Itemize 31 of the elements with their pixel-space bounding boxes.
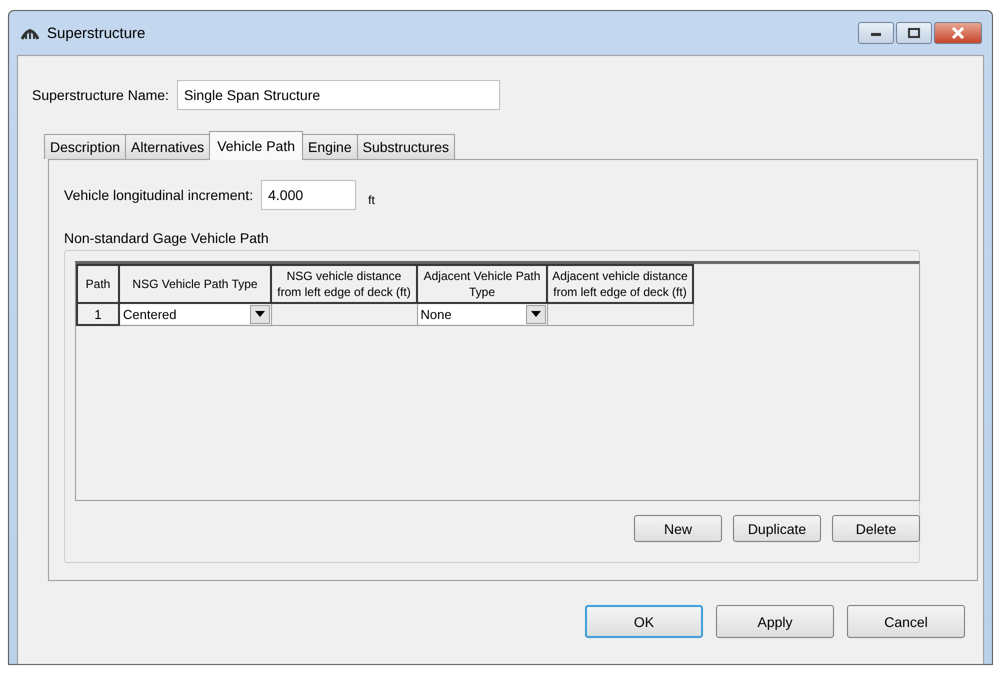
tab[interactable]: Substructures — [356, 134, 455, 159]
button[interactable]: Delete — [832, 515, 920, 542]
unit-label: ft — [368, 193, 375, 207]
dropdown[interactable]: Centered — [120, 304, 270, 324]
tab[interactable]: Engine — [302, 134, 358, 159]
button[interactable]: Apply — [716, 605, 834, 638]
column-header: NSG Vehicle Path Type — [119, 265, 271, 303]
maximize-button[interactable] — [896, 22, 932, 44]
column-header: Adjacent Vehicle Path Type — [417, 265, 547, 303]
column-header: Path — [77, 265, 119, 303]
increment-field[interactable]: 4.000 — [261, 180, 356, 210]
close-icon — [951, 27, 965, 39]
maximize-icon — [908, 28, 920, 38]
group-title: Non-standard Gage Vehicle Path — [64, 230, 270, 246]
field-label: Superstructure Name: — [32, 87, 169, 103]
field-label: Vehicle longitudinal increment: — [64, 187, 254, 203]
minimize-icon — [870, 30, 882, 36]
button[interactable]: Duplicate — [733, 515, 821, 542]
tab[interactable]: Vehicle Path — [209, 131, 304, 160]
tab[interactable]: Description — [44, 134, 126, 159]
window-title: Superstructure — [47, 24, 146, 42]
name-field[interactable]: Single Span Structure — [176, 80, 500, 110]
minimize-button[interactable] — [858, 22, 894, 44]
column-header: NSG vehicle distance from left edge of deck (ft) — [271, 265, 417, 303]
column-header: Adjacent vehicle distance from left edge of deck (ft) — [547, 265, 693, 303]
tab[interactable]: Alternatives — [125, 134, 210, 159]
dropdown[interactable]: None — [418, 304, 546, 324]
close-button[interactable] — [934, 22, 982, 44]
button[interactable]: New — [634, 515, 722, 542]
button[interactable]: OK — [585, 605, 703, 638]
button[interactable]: Cancel — [847, 605, 965, 638]
